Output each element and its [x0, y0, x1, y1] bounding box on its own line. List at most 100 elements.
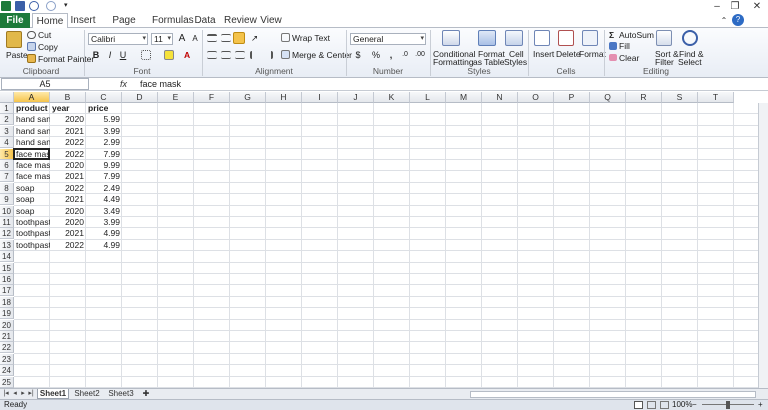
name-box[interactable]: A5 [1, 78, 89, 90]
sort-filter-icon[interactable] [656, 30, 672, 46]
paste-icon[interactable] [6, 31, 22, 48]
save-icon[interactable] [15, 1, 25, 11]
column-header-k[interactable]: K [374, 92, 410, 103]
column-header-r[interactable]: R [626, 92, 662, 103]
horizontal-scrollbar[interactable] [470, 391, 756, 398]
insert-cells-button[interactable]: Insert [533, 49, 554, 59]
align-bottom-icon[interactable] [233, 32, 245, 44]
header-cell[interactable]: price [86, 103, 122, 114]
column-header-i[interactable]: I [302, 92, 338, 103]
column-header-o[interactable]: O [518, 92, 554, 103]
select-all-corner[interactable] [0, 92, 14, 103]
zoom-slider-thumb[interactable] [726, 401, 730, 409]
increase-indent-icon[interactable] [263, 51, 273, 59]
tab-insert[interactable]: Insert [70, 13, 96, 28]
formula-input[interactable]: face mask [140, 78, 760, 90]
column-header-t[interactable]: T [698, 92, 734, 103]
row-header-7[interactable]: 7 [0, 171, 14, 182]
copy-label[interactable]: Copy [38, 42, 58, 52]
format-painter-icon[interactable] [27, 54, 36, 63]
italic-button[interactable]: I [104, 49, 116, 61]
row-header-20[interactable]: 20 [0, 320, 14, 331]
row-header-5[interactable]: 5 [0, 149, 14, 160]
row-header-10[interactable]: 10 [0, 206, 14, 217]
table-cell[interactable]: 2022 [50, 183, 86, 194]
delete-cells-icon[interactable] [558, 30, 574, 46]
redo-icon[interactable] [46, 1, 56, 11]
autosum-button[interactable]: AutoSum [619, 30, 654, 40]
column-header-a[interactable]: A [14, 92, 50, 103]
copy-icon[interactable] [27, 42, 36, 51]
format-painter-label[interactable]: Format Painter [38, 54, 94, 64]
fill-icon[interactable] [609, 42, 617, 50]
tab-home[interactable]: Home [32, 13, 68, 29]
tab-formulas[interactable]: Formulas [152, 13, 188, 28]
table-cell[interactable]: face mask [14, 160, 50, 171]
column-header-l[interactable]: L [410, 92, 446, 103]
spreadsheet-grid[interactable]: ABCDEFGHIJKLMNOPQRST12345678910111213141… [0, 92, 768, 388]
table-cell[interactable]: soap [14, 194, 50, 205]
align-center-icon[interactable] [221, 51, 231, 59]
merge-center-icon[interactable] [281, 50, 290, 59]
table-cell[interactable]: 2.49 [86, 183, 122, 194]
format-cells-icon[interactable] [582, 30, 598, 46]
row-header-6[interactable]: 6 [0, 160, 14, 171]
sheet-tab-3[interactable]: Sheet3 [105, 389, 137, 399]
row-header-1[interactable]: 1 [0, 103, 14, 114]
table-cell[interactable]: 2020 [50, 217, 86, 228]
table-cell[interactable]: 2022 [50, 240, 86, 251]
insert-cells-icon[interactable] [534, 30, 550, 46]
table-cell[interactable]: 4.99 [86, 240, 122, 251]
table-cell[interactable]: hand sani [14, 126, 50, 137]
ribbon-collapse-icon[interactable]: ⌃ [718, 15, 730, 26]
row-header-23[interactable]: 23 [0, 354, 14, 365]
column-header-f[interactable]: F [194, 92, 230, 103]
table-cell[interactable]: 2020 [50, 206, 86, 217]
last-sheet-icon[interactable]: ▸| [27, 389, 35, 399]
cut-label[interactable]: Cut [38, 30, 51, 40]
tab-view[interactable]: View [260, 13, 282, 28]
table-cell[interactable]: 4.49 [86, 194, 122, 205]
comma-button[interactable]: , [385, 49, 397, 61]
row-header-11[interactable]: 11 [0, 217, 14, 228]
align-top-icon[interactable] [207, 34, 217, 42]
table-cell[interactable]: soap [14, 183, 50, 194]
header-cell[interactable]: product n [14, 103, 50, 114]
insert-function-icon[interactable]: fx [120, 78, 134, 90]
font-name-select[interactable]: Calibri▾ [88, 33, 148, 45]
table-cell[interactable]: face mask [14, 171, 50, 182]
cut-icon[interactable] [27, 31, 36, 39]
row-header-9[interactable]: 9 [0, 194, 14, 205]
row-header-14[interactable]: 14 [0, 251, 14, 262]
zoom-level[interactable]: 100% [672, 400, 692, 410]
close-button[interactable]: ✕ [748, 0, 766, 13]
row-header-2[interactable]: 2 [0, 114, 14, 125]
column-header-c[interactable]: C [86, 92, 122, 103]
format-cells-button[interactable]: Format [579, 49, 606, 59]
column-header-b[interactable]: B [50, 92, 86, 103]
bold-button[interactable]: B [90, 49, 102, 61]
row-header-15[interactable]: 15 [0, 263, 14, 274]
row-header-8[interactable]: 8 [0, 183, 14, 194]
table-cell[interactable]: hand sani [14, 137, 50, 148]
column-header-j[interactable]: J [338, 92, 374, 103]
vertical-scrollbar[interactable] [758, 103, 768, 388]
align-right-icon[interactable] [235, 51, 245, 59]
eraser-icon[interactable] [609, 54, 617, 61]
table-cell[interactable]: 5.99 [86, 114, 122, 125]
table-cell[interactable]: toothpast [14, 217, 50, 228]
currency-button[interactable]: $ [352, 49, 364, 61]
column-header-n[interactable]: N [482, 92, 518, 103]
column-header-h[interactable]: H [266, 92, 302, 103]
tab-file[interactable]: File [0, 13, 30, 28]
table-cell[interactable]: 2022 [50, 149, 86, 160]
paste-label[interactable]: Paste [6, 50, 28, 60]
row-header-13[interactable]: 13 [0, 240, 14, 251]
next-sheet-icon[interactable]: ▸ [19, 389, 27, 399]
decrease-indent-icon[interactable] [250, 51, 260, 59]
normal-view-icon[interactable] [634, 401, 643, 409]
increase-decimal-button[interactable]: .0 [398, 49, 412, 61]
orientation-icon[interactable]: ↗ [251, 33, 258, 43]
table-cell[interactable]: 2.99 [86, 137, 122, 148]
align-left-icon[interactable] [207, 51, 217, 59]
